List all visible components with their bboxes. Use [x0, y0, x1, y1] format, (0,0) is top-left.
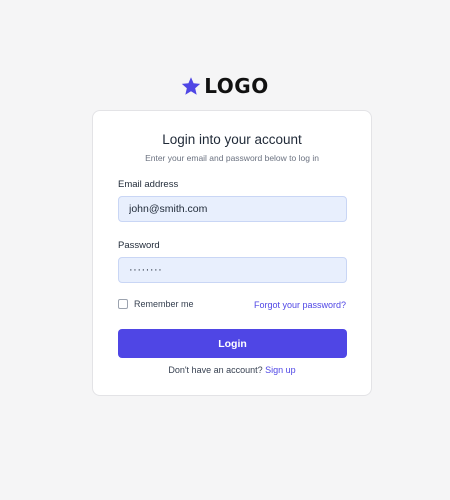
- logo-text: LOGO: [204, 74, 269, 98]
- card-subtitle: Enter your email and password below to l…: [145, 153, 319, 163]
- signup-row: Don't have an account? Sign up: [93, 365, 371, 375]
- card-title: Login into your account: [162, 132, 302, 147]
- login-button[interactable]: Login: [118, 329, 347, 358]
- remember-me[interactable]: Remember me: [118, 299, 194, 309]
- remember-me-checkbox[interactable]: [118, 299, 128, 309]
- email-label: Email address: [118, 179, 179, 190]
- logo: LOGO: [0, 74, 450, 98]
- signup-prompt: Don't have an account?: [168, 365, 263, 375]
- password-field[interactable]: [118, 257, 347, 283]
- password-label: Password: [118, 240, 160, 251]
- email-field[interactable]: [118, 196, 347, 222]
- star-icon: [182, 77, 201, 95]
- login-card: Login into your account Enter your email…: [92, 110, 372, 396]
- forgot-password-link[interactable]: Forgot your password?: [254, 300, 346, 310]
- remember-me-label: Remember me: [134, 299, 194, 309]
- signup-link[interactable]: Sign up: [265, 365, 296, 375]
